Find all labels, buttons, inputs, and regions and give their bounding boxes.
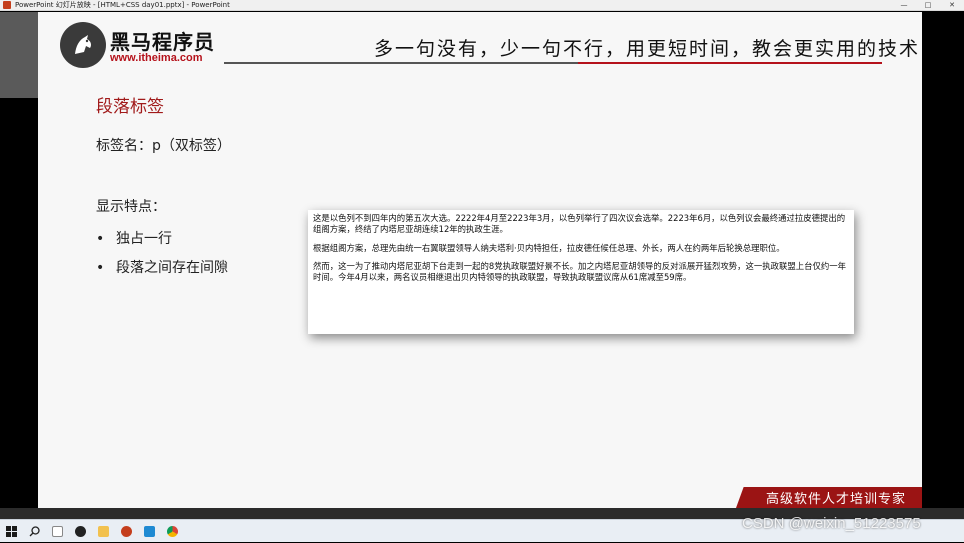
github-icon[interactable]: [69, 520, 92, 543]
slogan: 多一句没有，少一句不行，用更短时间，教会更实用的技术!: [374, 38, 922, 60]
csdn-watermark: CSDN @weixin_51223575: [742, 515, 921, 532]
popup-paragraph: 然而，这一为了推动内塔尼亚胡下台走到一起的8党执政联盟好景不长。加之内塔尼亚胡领…: [313, 260, 846, 283]
bullet-text: 独占一行: [116, 231, 172, 247]
bullet-item: • 独占一行: [96, 231, 172, 247]
logo-horse-icon: [60, 22, 106, 68]
bullet-text: 段落之间存在间隙: [116, 260, 228, 276]
window-titlebar: PowerPoint 幻灯片放映 - [HTML+CSS day01.pptx]…: [0, 0, 964, 11]
windows-start-icon[interactable]: [0, 520, 23, 543]
right-margin: [922, 12, 964, 508]
paragraph-demo-popup: 这是以色列不到四年内的第五次大选。2222年4月至2223年3月，以色列举行了四…: [308, 210, 854, 334]
vscode-icon[interactable]: [138, 520, 161, 543]
window-title: PowerPoint 幻灯片放映 - [HTML+CSS day01.pptx]…: [15, 1, 230, 9]
powerpoint-icon[interactable]: [115, 520, 138, 543]
footer-banner-text: 高级软件人才培训专家: [766, 492, 907, 507]
search-icon[interactable]: [23, 520, 46, 543]
close-button[interactable]: ✕: [940, 0, 964, 11]
tag-name-line: 标签名：p（双标签）: [96, 138, 231, 154]
logo-name: 黑马程序员: [110, 32, 215, 54]
left-margin: [0, 12, 38, 508]
popup-paragraph: 根据组阁方案，总理先由统一右翼联盟领导人纳夫塔利·贝内特担任，拉皮德任候任总理、…: [313, 242, 785, 253]
typora-icon[interactable]: [46, 520, 69, 543]
logo-url: www.itheima.com: [110, 52, 203, 64]
minimize-button[interactable]: —: [892, 0, 916, 11]
slide-title: 段落标签: [96, 97, 164, 117]
file-explorer-icon[interactable]: [92, 520, 115, 543]
popup-paragraph: 这是以色列不到四年内的第五次大选。2222年4月至2223年3月，以色列举行了四…: [313, 213, 846, 235]
maximize-button[interactable]: □: [916, 0, 940, 11]
bullet-item: • 段落之间存在间隙: [96, 260, 228, 276]
powerpoint-app-icon: [3, 1, 11, 9]
features-title: 显示特点：: [96, 199, 166, 215]
chrome-icon[interactable]: [161, 520, 184, 543]
slide: 黑马程序员 www.itheima.com 多一句没有，少一句不行，用更短时间，…: [38, 12, 922, 508]
header-divider-accent: [578, 62, 882, 64]
